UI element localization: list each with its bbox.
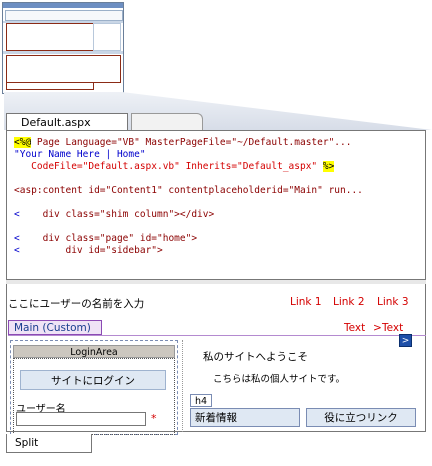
h4-tag-label: h4 bbox=[190, 394, 212, 407]
content-placeholder-tab-main[interactable]: Main (Custom) bbox=[8, 320, 102, 335]
code-text: div id="sidebar"> bbox=[19, 245, 163, 256]
code-line: <asp:content id="Content1" contentplaceh… bbox=[14, 185, 363, 196]
thumbnail-footer-region bbox=[6, 83, 94, 90]
content-region-border bbox=[8, 335, 426, 336]
smart-tag-arrow-icon[interactable]: > bbox=[399, 334, 412, 347]
news-heading: 新着情報 bbox=[190, 408, 300, 427]
code-line: <%@ Page Language="VB" MasterPageFile="~… bbox=[14, 137, 419, 149]
code-line: < div id="sidebar"> bbox=[14, 245, 419, 257]
useful-links-heading: 役に立つリンク bbox=[306, 408, 416, 427]
column-divider bbox=[182, 340, 184, 432]
code-line: < div class="page" id="home"> bbox=[14, 233, 419, 245]
directive-close-highlight: %> bbox=[322, 161, 335, 172]
login-title: サイトにログイン bbox=[20, 370, 166, 390]
login-area-label: LoginArea bbox=[13, 345, 175, 358]
nav-link-2[interactable]: Link 2 bbox=[333, 296, 365, 308]
welcome-heading: 私のサイトへようこそ bbox=[203, 351, 308, 363]
tab-default-aspx[interactable]: Default.aspx bbox=[6, 113, 128, 131]
thumbnail-side-region bbox=[93, 23, 121, 51]
breadcrumb-text-2: Text bbox=[382, 322, 404, 334]
thumbnail-highlight-region bbox=[6, 55, 121, 83]
source-code-pane[interactable]: <%@ Page Language="VB" MasterPageFile="~… bbox=[6, 130, 426, 280]
directive-open-highlight: <%@ bbox=[14, 137, 32, 148]
intro-text: こちらは私の個人サイトです。 bbox=[213, 374, 346, 385]
code-text: Page Language="VB" MasterPageFile="~/Def… bbox=[31, 137, 352, 148]
code-text: CodeFile="Default.aspx.vb" Inherits="Def… bbox=[14, 161, 323, 172]
thumbnail-separator bbox=[3, 51, 123, 54]
thumbnail-highlight-region bbox=[6, 23, 94, 51]
page-thumbnail bbox=[2, 2, 124, 94]
code-line: < div class="shim column"></div> bbox=[14, 209, 419, 221]
code-line: CodeFile="Default.aspx.vb" Inherits="Def… bbox=[14, 161, 419, 173]
code-text: div class="shim column"></div> bbox=[19, 209, 215, 220]
breadcrumb-separator: > bbox=[373, 322, 382, 334]
breadcrumb-text-1: Text bbox=[344, 322, 366, 334]
thumbnail-header bbox=[5, 10, 123, 21]
username-input[interactable] bbox=[16, 412, 146, 426]
view-tab-split[interactable]: Split bbox=[6, 434, 92, 453]
nav-link-3[interactable]: Link 3 bbox=[377, 296, 409, 308]
thumbnail-title-bar bbox=[3, 3, 123, 8]
required-asterisk: * bbox=[151, 412, 157, 425]
nav-link-1[interactable]: Link 1 bbox=[290, 296, 322, 308]
username-placeholder-text: ここにユーザーの名前を入力 bbox=[8, 298, 145, 310]
code-line: "Your Name Here | Home" bbox=[14, 149, 146, 160]
code-text: div class="page" id="home"> bbox=[19, 233, 198, 244]
